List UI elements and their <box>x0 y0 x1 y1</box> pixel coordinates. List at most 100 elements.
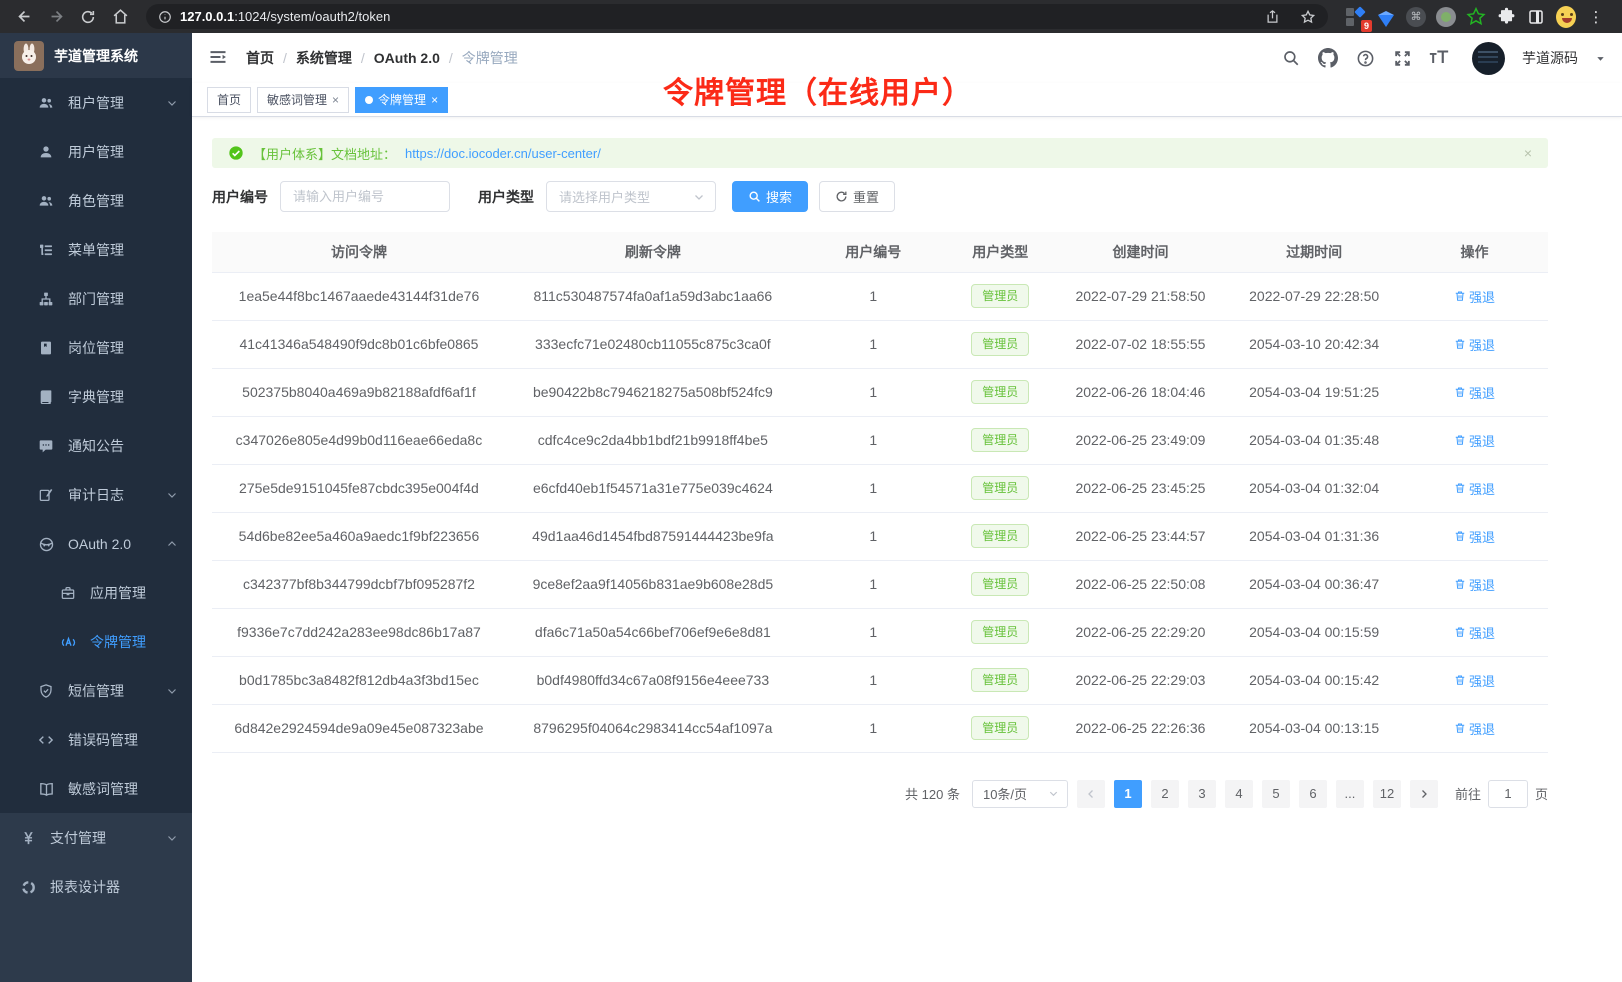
forward-icon[interactable] <box>42 3 70 31</box>
tag-close-icon[interactable]: × <box>431 94 438 106</box>
extension-grid-icon[interactable]: 9 <box>1346 7 1366 27</box>
force-logout-button[interactable]: 强退 <box>1454 671 1495 690</box>
sidebar-item-sms[interactable]: 短信管理 <box>0 666 192 715</box>
user-id-cell: 1 <box>800 464 947 512</box>
bookmark-star-icon[interactable] <box>1294 3 1322 31</box>
gem-extension-icon[interactable] <box>1376 7 1396 27</box>
expire-time-cell: 2054-03-04 00:36:47 <box>1227 560 1401 608</box>
browser-menu-icon[interactable]: ⋮ <box>1586 7 1606 27</box>
action-cell: 强退 <box>1401 512 1548 560</box>
alert-close-icon[interactable]: × <box>1524 145 1532 161</box>
star-extension-icon[interactable] <box>1466 7 1486 27</box>
search-icon[interactable] <box>1281 48 1301 68</box>
expire-time-cell: 2054-03-04 00:15:59 <box>1227 608 1401 656</box>
search-button[interactable]: 搜索 <box>732 181 808 212</box>
chevron-down-icon <box>166 489 178 501</box>
sidebar-item-dict[interactable]: 字典管理 <box>0 372 192 421</box>
create-time-cell: 2022-06-25 23:45:25 <box>1054 464 1228 512</box>
page-button-5[interactable]: 5 <box>1262 780 1290 808</box>
sidebar-item-menu[interactable]: 菜单管理 <box>0 225 192 274</box>
sidebar-item-tenant[interactable]: 租户管理 <box>0 78 192 127</box>
next-page-button[interactable] <box>1410 780 1438 808</box>
username[interactable]: 芋道源码 <box>1522 48 1578 68</box>
app-logo-bar[interactable]: 芋道管理系统 <box>0 33 192 78</box>
dict-icon <box>38 389 54 405</box>
force-logout-button[interactable]: 强退 <box>1454 383 1495 402</box>
breadcrumb-item[interactable]: OAuth 2.0 <box>374 50 440 66</box>
reset-button[interactable]: 重置 <box>819 181 895 212</box>
sidebar-item-dept[interactable]: 部门管理 <box>0 274 192 323</box>
force-logout-button[interactable]: 强退 <box>1454 719 1495 738</box>
force-logout-button[interactable]: 强退 <box>1454 479 1495 498</box>
chevron-down-icon <box>166 685 178 697</box>
sidebar-item-audit-log[interactable]: 审计日志 <box>0 470 192 519</box>
create-time-cell: 2022-06-25 23:49:09 <box>1054 416 1228 464</box>
tag-首页[interactable]: 首页 <box>207 87 251 113</box>
refresh-token-cell: 811c530487574fa0af1a59d3abc1aa66 <box>506 272 800 320</box>
sidebar-toggle-icon[interactable] <box>1526 7 1546 27</box>
sidebar-item-notice[interactable]: 通知公告 <box>0 421 192 470</box>
sidebar-item-sensitive-word[interactable]: 敏感词管理 <box>0 764 192 813</box>
sidebar-item-pay[interactable]: 支付管理 <box>0 813 192 862</box>
address-bar[interactable]: 127.0.0.1:1024/system/oauth2/token <box>146 4 1328 29</box>
page-button-2[interactable]: 2 <box>1151 780 1179 808</box>
site-info-icon[interactable] <box>158 10 172 24</box>
breadcrumb-item[interactable]: 首页 <box>246 48 274 68</box>
home-icon[interactable] <box>106 3 134 31</box>
sidebar-item-oauth2-app[interactable]: 应用管理 <box>0 568 192 617</box>
breadcrumb-item[interactable]: 系统管理 <box>296 48 352 68</box>
force-logout-button[interactable]: 强退 <box>1454 335 1495 354</box>
sidebar-item-post[interactable]: 岗位管理 <box>0 323 192 372</box>
sidebar-item-role[interactable]: 角色管理 <box>0 176 192 225</box>
profile-emoji-avatar[interactable] <box>1556 7 1576 27</box>
search-form: 用户编号 用户类型 请选择用户类型 搜索 <box>212 181 1548 212</box>
force-logout-button[interactable]: 强退 <box>1454 287 1495 306</box>
caret-down-icon[interactable] <box>1595 53 1606 64</box>
force-logout-button[interactable]: 强退 <box>1454 527 1495 546</box>
create-time-cell: 2022-06-25 22:26:36 <box>1054 704 1228 752</box>
force-logout-button[interactable]: 强退 <box>1454 623 1495 642</box>
page-button-1[interactable]: 1 <box>1114 780 1142 808</box>
user-id-input[interactable] <box>280 181 450 212</box>
page-size-select[interactable]: 10条/页 <box>972 780 1068 808</box>
user-avatar[interactable] <box>1472 42 1505 75</box>
app-icon <box>60 585 76 601</box>
fullscreen-icon[interactable] <box>1392 48 1412 68</box>
sidebar-item-user[interactable]: 用户管理 <box>0 127 192 176</box>
user-type-select[interactable]: 请选择用户类型 <box>546 181 716 212</box>
page-ellipsis-button[interactable]: ... <box>1336 780 1364 808</box>
breadcrumb-separator: / <box>283 50 287 66</box>
force-logout-button[interactable]: 强退 <box>1454 575 1495 594</box>
command-extension-icon[interactable]: ⌘ <box>1406 7 1426 27</box>
prev-page-button[interactable] <box>1077 780 1105 808</box>
share-icon[interactable] <box>1258 3 1286 31</box>
page-button-4[interactable]: 4 <box>1225 780 1253 808</box>
puzzle-icon[interactable] <box>1496 7 1516 27</box>
help-icon[interactable] <box>1355 48 1375 68</box>
tag-令牌管理[interactable]: 令牌管理× <box>355 87 448 113</box>
dot-extension-icon[interactable] <box>1436 7 1456 27</box>
user-type-badge: 管理员 <box>971 716 1029 740</box>
back-icon[interactable] <box>10 3 38 31</box>
doc-link[interactable]: https://doc.iocoder.cn/user-center/ <box>405 146 601 161</box>
force-logout-button[interactable]: 强退 <box>1454 431 1495 450</box>
hamburger-icon[interactable] <box>208 47 230 69</box>
sidebar-item-oauth2-token[interactable]: 令牌管理 <box>0 617 192 666</box>
table-row: 6d842e2924594de9a09e45e087323abe8796295f… <box>212 704 1548 752</box>
sidebar-item-error-code[interactable]: 错误码管理 <box>0 715 192 764</box>
goto-page-input[interactable] <box>1488 780 1528 808</box>
page-button-3[interactable]: 3 <box>1188 780 1216 808</box>
column-header: 用户编号 <box>800 232 947 272</box>
page-button-12[interactable]: 12 <box>1373 780 1401 808</box>
font-size-icon[interactable] <box>1429 48 1449 68</box>
expire-time-cell: 2054-03-04 01:32:04 <box>1227 464 1401 512</box>
sidebar-item-report-designer[interactable]: 报表设计器 <box>0 862 192 911</box>
sidebar-item-label: 用户管理 <box>68 142 178 162</box>
sidebar-item-oauth2[interactable]: OAuth 2.0 <box>0 519 192 568</box>
reload-icon[interactable] <box>74 3 102 31</box>
table-row: 54d6be82ee5a460a9aedc1f9bf22365649d1aa46… <box>212 512 1548 560</box>
github-icon[interactable] <box>1318 48 1338 68</box>
page-button-6[interactable]: 6 <box>1299 780 1327 808</box>
tag-敏感词管理[interactable]: 敏感词管理× <box>257 87 349 113</box>
tag-close-icon[interactable]: × <box>332 94 339 106</box>
